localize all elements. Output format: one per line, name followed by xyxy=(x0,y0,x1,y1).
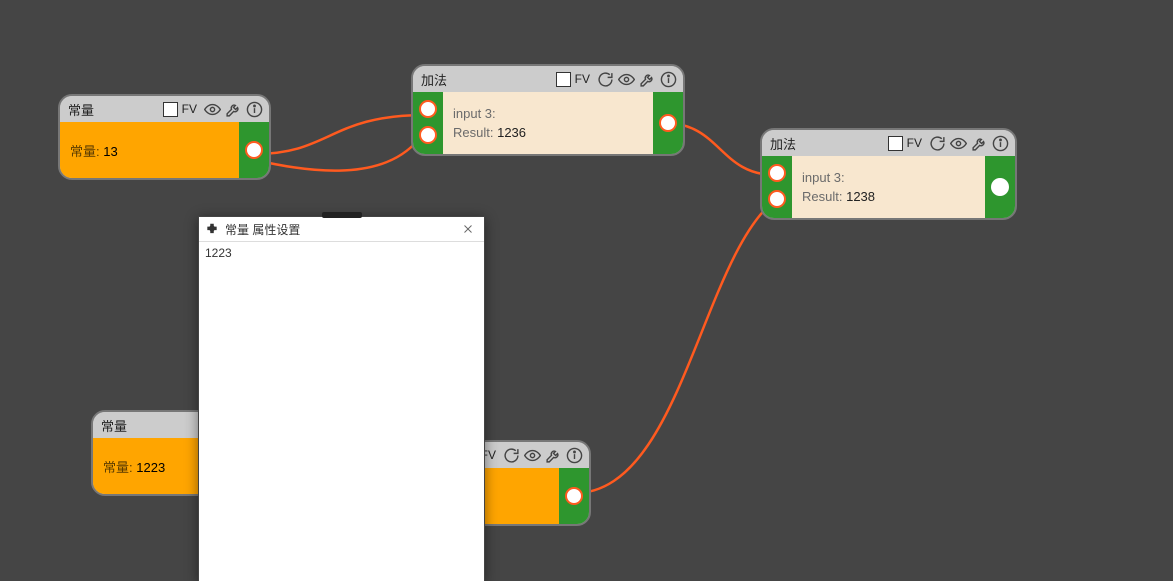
info-icon[interactable] xyxy=(566,447,583,464)
output-port[interactable] xyxy=(991,178,1009,196)
field-label: 常量: xyxy=(103,460,133,475)
node-body: input 3: Result: 1236 xyxy=(443,92,653,154)
fv-label: FV xyxy=(575,72,590,86)
field-label: input 3: xyxy=(802,170,845,185)
input-port-2[interactable] xyxy=(768,190,786,208)
input-port-1[interactable] xyxy=(768,164,786,182)
wrench-icon[interactable] xyxy=(545,447,562,464)
field-label: 常量: xyxy=(70,144,100,159)
refresh-icon[interactable] xyxy=(929,135,946,152)
field-label: Result: xyxy=(453,125,493,140)
dialog-titlebar[interactable]: 常量 属性设置 xyxy=(199,217,484,242)
node-header[interactable]: 加法 FV xyxy=(413,66,683,92)
node-title: 常量 xyxy=(68,100,94,119)
node-title: 加法 xyxy=(770,134,796,153)
refresh-icon[interactable] xyxy=(503,447,520,464)
puzzle-icon xyxy=(205,222,219,236)
node-body: input 3: Result: 1238 xyxy=(792,156,985,218)
dialog-body[interactable]: 1223 xyxy=(199,242,484,264)
input-port-2[interactable] xyxy=(419,126,437,144)
info-icon[interactable] xyxy=(660,71,677,88)
node-const-1[interactable]: 常量 FV 常量: 13 xyxy=(58,94,271,180)
node-add-2[interactable]: 加法 FV input 3: xyxy=(760,128,1017,220)
output-strip xyxy=(239,122,269,178)
wrench-icon[interactable] xyxy=(639,71,656,88)
output-port[interactable] xyxy=(659,114,677,132)
node-header[interactable]: 加法 FV xyxy=(762,130,1015,156)
output-strip xyxy=(653,92,683,154)
dialog-grip[interactable] xyxy=(322,212,362,218)
fv-checkbox[interactable] xyxy=(888,136,903,151)
field-value: 1223 xyxy=(136,460,165,475)
wrench-icon[interactable] xyxy=(225,101,242,118)
output-port[interactable] xyxy=(245,141,263,159)
field-label: input 3: xyxy=(453,106,496,121)
fv-label: FV xyxy=(907,136,922,150)
close-icon[interactable] xyxy=(458,219,478,239)
fv-label: FV xyxy=(182,102,197,116)
wrench-icon[interactable] xyxy=(971,135,988,152)
input-strip xyxy=(413,92,443,154)
eye-icon[interactable] xyxy=(204,101,221,118)
fv-checkbox[interactable] xyxy=(163,102,178,117)
info-icon[interactable] xyxy=(992,135,1009,152)
node-header[interactable]: 常量 FV xyxy=(60,96,269,122)
dialog-title: 常量 属性设置 xyxy=(225,221,452,238)
output-port[interactable] xyxy=(565,487,583,505)
node-title: 常量 xyxy=(101,416,127,435)
output-strip xyxy=(985,156,1015,218)
output-strip xyxy=(559,468,589,524)
node-body: 常量: 13 xyxy=(60,122,239,178)
dialog-content: 1223 xyxy=(205,246,232,260)
input-strip xyxy=(762,156,792,218)
input-port-1[interactable] xyxy=(419,100,437,118)
node-title: 加法 xyxy=(421,70,447,89)
eye-icon[interactable] xyxy=(618,71,635,88)
field-value: 13 xyxy=(103,144,117,159)
refresh-icon[interactable] xyxy=(597,71,614,88)
field-value: 1236 xyxy=(497,125,526,140)
eye-icon[interactable] xyxy=(524,447,541,464)
field-value: 1238 xyxy=(846,189,875,204)
node-editor-canvas[interactable]: 常量 FV 常量: 13 xyxy=(0,0,1173,581)
fv-checkbox[interactable] xyxy=(556,72,571,87)
field-label: Result: xyxy=(802,189,842,204)
info-icon[interactable] xyxy=(246,101,263,118)
properties-dialog[interactable]: 常量 属性设置 1223 xyxy=(198,216,485,581)
node-add-1[interactable]: 加法 FV input 3: xyxy=(411,64,685,156)
eye-icon[interactable] xyxy=(950,135,967,152)
